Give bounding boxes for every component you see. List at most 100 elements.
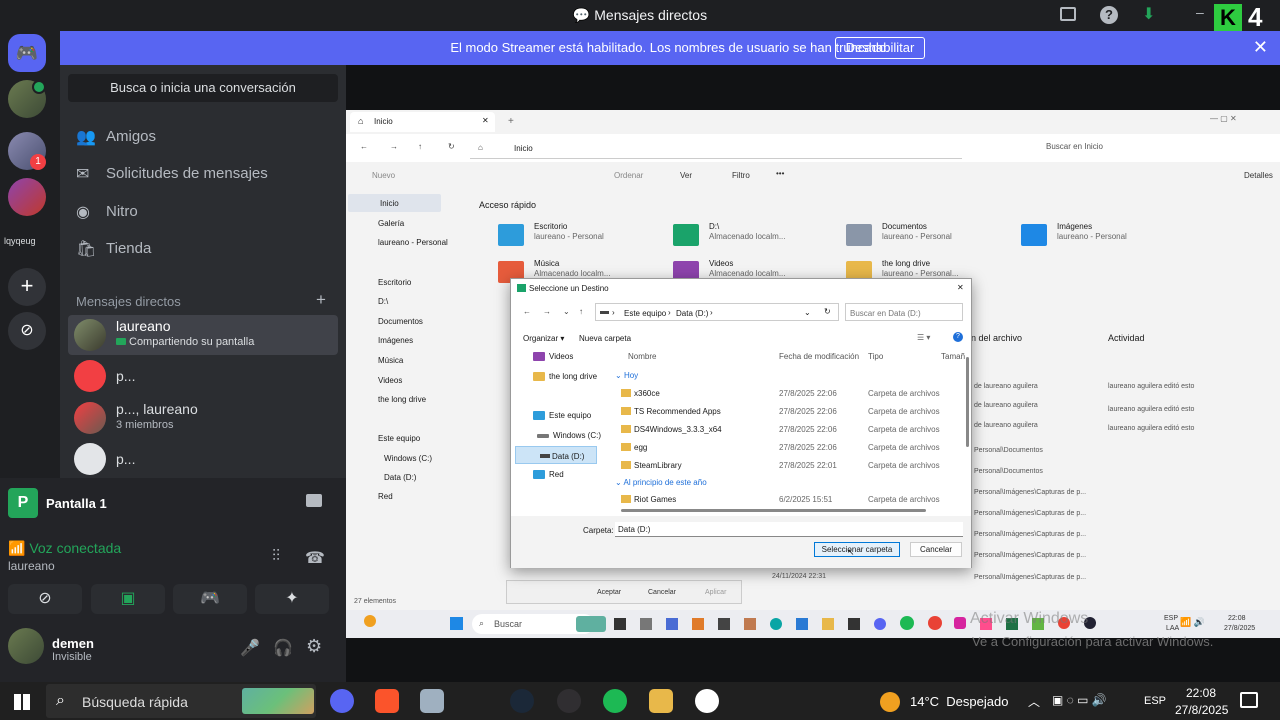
unreal-icon[interactable] — [695, 689, 719, 713]
close-banner-icon[interactable]: ✕ — [1253, 37, 1268, 58]
add-server-icon[interactable]: + — [8, 268, 46, 306]
select-folder-button[interactable]: Seleccionar carpeta — [814, 542, 900, 557]
start-icon[interactable] — [14, 694, 30, 710]
explorer-nav-item[interactable]: laureano - Personal — [378, 238, 448, 247]
close-dialog-icon[interactable]: ✕ — [957, 283, 964, 292]
vertical-scrollbar[interactable] — [966, 357, 969, 447]
organize-button[interactable]: Organizar ▾ — [523, 334, 564, 343]
explorer-nav-item[interactable]: Imágenes — [378, 336, 413, 345]
column-header-name[interactable]: Nombre — [628, 352, 656, 361]
cancel-button[interactable]: Cancelar — [910, 542, 962, 557]
stream-preview[interactable]: P — [8, 488, 38, 518]
app-window-icon[interactable] — [420, 689, 444, 713]
folder-tile[interactable]: Documentos laureano - Personal — [846, 220, 1006, 250]
new-button[interactable]: Nuevo — [372, 171, 395, 180]
app-icon[interactable] — [576, 616, 606, 632]
side-item[interactable]: Red — [533, 470, 564, 480]
dm-item[interactable]: laureano Compartiendo su pantalla — [68, 315, 338, 355]
explorer-nav-item[interactable]: Documentos — [378, 317, 423, 326]
start-icon[interactable] — [450, 617, 463, 630]
folder-tile[interactable]: D:\ Almacenado localm... — [673, 220, 833, 250]
more-icon[interactable]: ••• — [776, 169, 784, 178]
noise-suppression-icon[interactable]: ⫶⫶ — [272, 548, 280, 566]
inbox-icon[interactable] — [1060, 7, 1076, 21]
dialog-search[interactable]: Buscar en Data (D:) — [845, 303, 963, 321]
up-icon[interactable]: ↑ — [418, 142, 422, 151]
explorer-search[interactable]: Buscar en Inicio — [1046, 142, 1272, 151]
stream-clock-time[interactable]: 22:08 — [1228, 615, 1246, 622]
help-icon[interactable]: ? — [953, 332, 963, 342]
explorer-nav-item[interactable]: Este equipo — [378, 434, 420, 443]
explorer-nav-item[interactable]: Escritorio — [378, 278, 411, 287]
nav-nitro[interactable]: ◉ Nitro — [68, 194, 338, 230]
explorer-nav-item-home[interactable]: Inicio — [348, 194, 441, 212]
help-icon[interactable]: ? — [1100, 6, 1118, 24]
column-header-location[interactable]: n del archivo — [971, 333, 1022, 343]
nav-shop[interactable]: 🛍 Tienda — [68, 231, 338, 267]
back-icon[interactable]: ← — [360, 142, 368, 151]
discord-taskbar-icon[interactable] — [330, 689, 354, 713]
filter-button[interactable]: Filtro — [732, 171, 750, 180]
app-icon[interactable] — [928, 616, 942, 630]
file-row[interactable]: x360ce 27/8/2025 22:06 Carpeta de archiv… — [621, 388, 961, 400]
app-icon[interactable] — [954, 617, 966, 629]
dropdown-icon[interactable]: ⌄ — [804, 308, 811, 317]
user-avatar[interactable] — [8, 628, 44, 664]
column-header-activity[interactable]: Actividad — [1108, 333, 1145, 343]
file-explorer-icon[interactable] — [649, 689, 673, 713]
app-icon[interactable] — [744, 618, 756, 630]
activity-button[interactable]: 🎮 — [173, 584, 247, 614]
horizontal-scrollbar[interactable] — [621, 509, 926, 512]
download-icon[interactable]: ⬇ — [1142, 4, 1155, 24]
explorer-nav-item[interactable]: Data (D:) — [384, 473, 416, 482]
side-item[interactable]: Este equipo — [533, 411, 591, 421]
file-row[interactable]: DS4Windows_3.3.3_x64 27/8/2025 22:06 Car… — [621, 424, 961, 436]
recent-icon[interactable]: ⌄ — [563, 307, 570, 316]
side-item[interactable]: Windows (C:) — [537, 431, 601, 440]
file-row[interactable]: TS Recommended Apps 27/8/2025 22:06 Carp… — [621, 406, 961, 418]
apply-button[interactable]: Aplicar — [705, 589, 726, 596]
accept-button[interactable]: Aceptar — [597, 589, 621, 596]
app-icon[interactable] — [640, 618, 652, 630]
close-tab-icon[interactable]: ✕ — [482, 116, 489, 125]
notifications-icon[interactable] — [1240, 692, 1258, 708]
up-icon[interactable]: ↑ — [579, 307, 583, 316]
tray-overflow-icon[interactable]: ︿ — [1028, 693, 1040, 710]
file-row[interactable]: Riot Games 6/2/2025 15:51 Carpeta de arc… — [621, 494, 961, 506]
forward-icon[interactable]: → — [390, 142, 398, 151]
screen-share-button[interactable]: ▣ — [91, 584, 165, 614]
view-options-icon[interactable]: ☰ ▾ — [917, 333, 930, 342]
back-icon[interactable]: ← — [523, 307, 531, 316]
app-icon[interactable] — [796, 618, 808, 630]
folder-tile[interactable]: Imágenes laureano - Personal — [1021, 220, 1181, 250]
column-header-size[interactable]: Tamañ — [941, 352, 965, 361]
nav-friends[interactable]: 👥 Amigos — [68, 119, 338, 155]
app-icon[interactable] — [770, 618, 782, 630]
refresh-icon[interactable]: ↻ — [824, 307, 831, 316]
cancel-button[interactable]: Cancelar — [648, 589, 676, 596]
details-button[interactable]: Detalles — [1244, 171, 1273, 180]
explorer-nav-item[interactable]: the long drive — [378, 395, 426, 404]
app-icon[interactable] — [900, 616, 914, 630]
tray-icons[interactable]: 📶 🔊 — [1180, 617, 1205, 628]
address-bar[interactable]: ⌂ Inicio — [470, 137, 962, 159]
camera-off-button[interactable]: ⊘ — [8, 584, 82, 614]
steam-icon[interactable] — [510, 689, 534, 713]
group-header[interactable]: ⌄ Al principio de este año — [615, 478, 707, 487]
new-folder-button[interactable]: Nueva carpeta — [579, 334, 631, 343]
stream-clock-date[interactable]: 27/8/2025 — [1224, 625, 1255, 632]
headphones-icon[interactable]: 🎧 — [273, 638, 293, 658]
forward-icon[interactable]: → — [543, 307, 551, 316]
app-icon[interactable] — [692, 618, 704, 630]
explorer-nav-item[interactable]: Red — [378, 492, 393, 501]
file-row[interactable]: egg 27/8/2025 22:06 Carpeta de archivos — [621, 442, 961, 454]
tray-icons[interactable]: ▣ ◌ ▭ 🔊 — [1052, 693, 1107, 707]
app-icon[interactable] — [614, 618, 626, 630]
disconnect-icon[interactable]: ☎ — [305, 548, 325, 568]
side-item-selected[interactable]: Data (D:) — [515, 446, 597, 464]
spotify-icon[interactable] — [603, 689, 627, 713]
dm-item[interactable]: p... — [68, 356, 338, 396]
dm-item[interactable]: p... — [68, 439, 338, 479]
stop-stream-icon[interactable] — [306, 494, 322, 507]
weather-text[interactable]: 14°C Despejado — [910, 694, 1008, 709]
